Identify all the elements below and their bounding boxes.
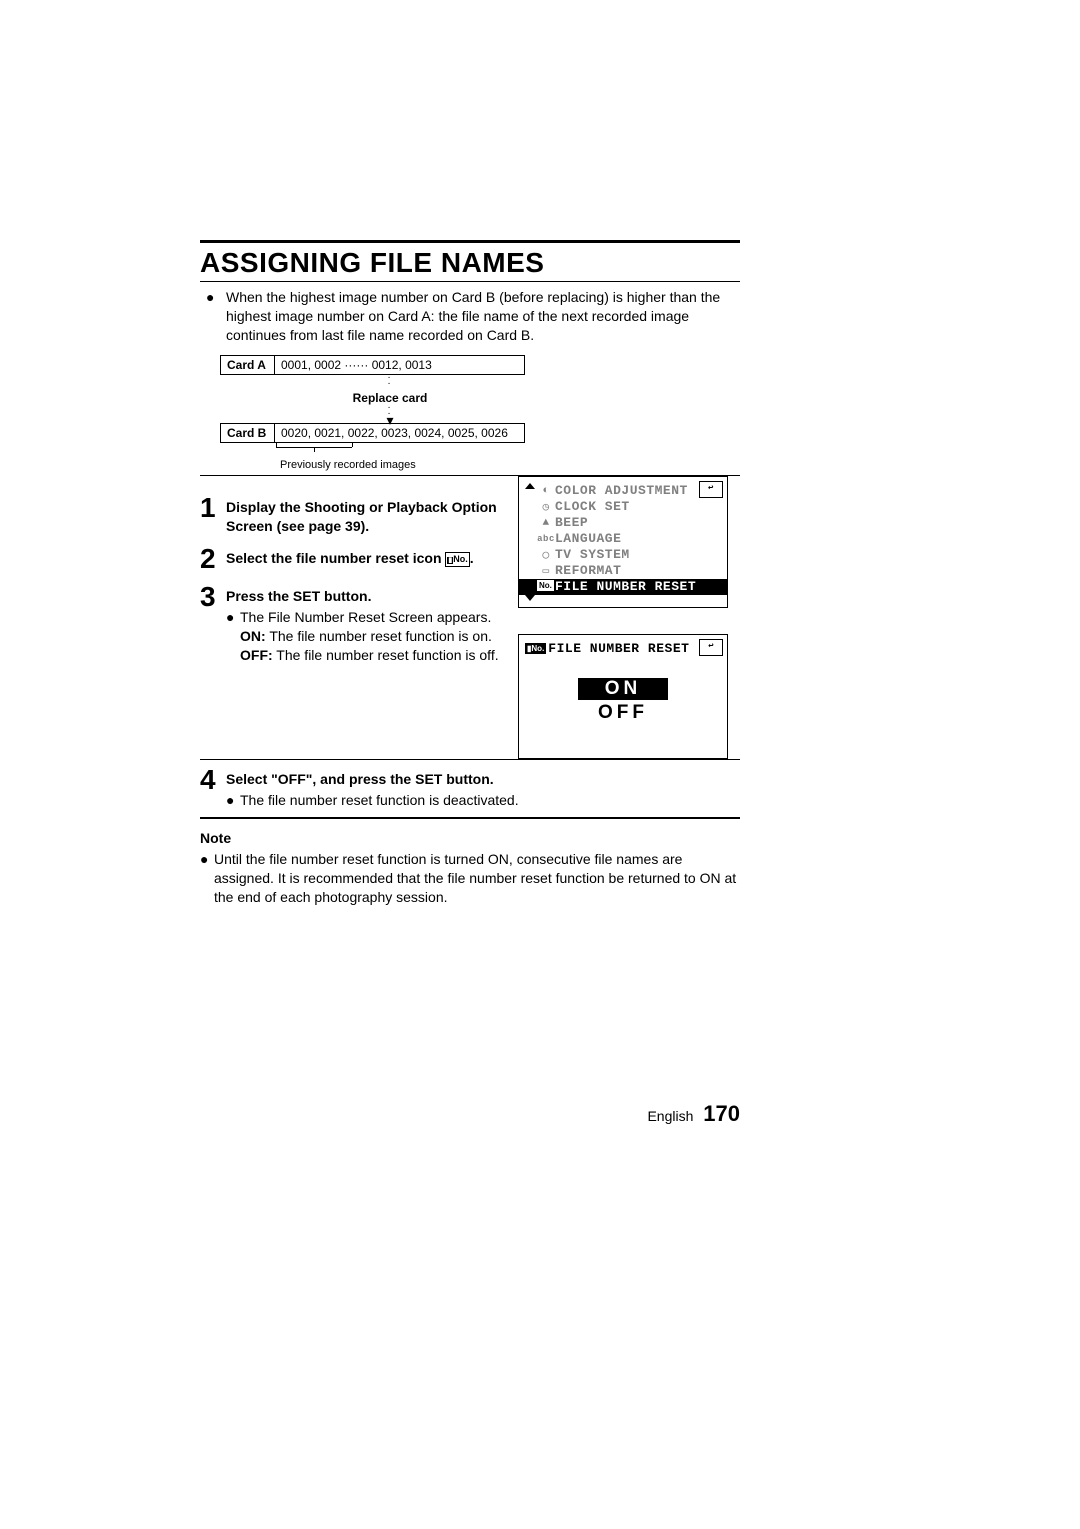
screen2-header: ▮No.FILE NUMBER RESET <box>523 641 723 656</box>
step-number: 4 <box>200 766 226 794</box>
screens-column: ↩ ◐COLOR ADJUSTMENT ◷CLOCK SET ▲BEEP abc… <box>518 476 732 759</box>
language-icon: abc <box>537 534 555 544</box>
intro-text: When the highest image number on Card B … <box>226 288 740 345</box>
step-4-block: 4 Select "OFF", and press the SET button… <box>200 766 740 810</box>
steps-column: 1 Display the Shooting or Playback Optio… <box>200 494 500 759</box>
replace-card-label: Replace card <box>220 391 560 405</box>
card-b-values: 0020, 0021, 0022, 0023, 0024, 0025, 0026 <box>275 423 525 443</box>
menu-item-beep: ▲BEEP <box>523 515 723 531</box>
step-number: 2 <box>200 545 226 573</box>
step-4: 4 Select "OFF", and press the SET button… <box>200 766 740 810</box>
option-group: ON OFF <box>523 678 723 724</box>
step-1-text: Display the Shooting or Playback Option … <box>226 499 497 534</box>
step-number: 1 <box>200 494 226 522</box>
step-3-off-line: OFF: The file number reset function is o… <box>240 646 500 665</box>
off-label: OFF: <box>240 647 273 663</box>
menu-item-language: abcLANGUAGE <box>523 531 723 547</box>
step-3-title: Press the SET button. <box>226 587 500 606</box>
menu-item-color-adjustment: ◐COLOR ADJUSTMENT <box>523 483 723 499</box>
dots-1: ·· <box>220 375 560 387</box>
footer-language: English <box>647 1108 693 1124</box>
page-number: 170 <box>703 1101 740 1126</box>
palette-icon: ◐ <box>537 485 555 497</box>
bullet-dot: ● <box>200 850 214 907</box>
card-a-label: Card A <box>220 355 275 375</box>
intro-paragraph: ● When the highest image number on Card … <box>200 288 740 345</box>
rule-top <box>200 240 740 243</box>
menu-item-reformat: ▭REFORMAT <box>523 563 723 579</box>
note-heading: Note <box>200 829 740 848</box>
file-number-icon: ▮No. <box>445 552 469 566</box>
card-a-values: 0001, 0002 ······ 0012, 0013 <box>275 355 525 375</box>
note-section: Note ● Until the file number reset funct… <box>200 829 740 907</box>
option-menu-screen: ↩ ◐COLOR ADJUSTMENT ◷CLOCK SET ▲BEEP abc… <box>518 476 728 608</box>
bracket-icon <box>276 443 740 453</box>
step-1: 1 Display the Shooting or Playback Optio… <box>200 494 500 536</box>
return-icon: ↩ <box>699 481 723 498</box>
scroll-up-icon <box>525 483 535 489</box>
step-4-bullet: The file number reset function is deacti… <box>240 791 519 810</box>
rule-after-step3 <box>200 759 740 760</box>
bell-icon: ▲ <box>537 517 555 529</box>
menu-item-clock-set: ◷CLOCK SET <box>523 499 723 515</box>
previously-recorded-label: Previously recorded images <box>280 459 740 471</box>
step-2: 2 Select the file number reset icon ▮No.… <box>200 545 500 573</box>
step-2-text-a: Select the file number reset icon <box>226 550 442 566</box>
card-diagram: Card A 0001, 0002 ······ 0012, 0013 ·· R… <box>220 355 740 471</box>
bullet-dot: ● <box>226 608 240 627</box>
step-number: 3 <box>200 583 226 611</box>
tv-icon: ◯ <box>537 548 555 562</box>
card-b-label: Card B <box>220 423 275 443</box>
return-icon: ↩ <box>699 639 723 656</box>
menu-item-file-number-reset: No.FILE NUMBER RESET <box>519 579 727 595</box>
page-title: ASSIGNING FILE NAMES <box>200 247 740 279</box>
step-3-bullet: The File Number Reset Screen appears. <box>240 608 491 627</box>
step-4-title: Select "OFF", and press the SET button. <box>226 770 740 789</box>
step-2-text-b: . <box>470 550 474 566</box>
menu-item-tv-system: ◯TV SYSTEM <box>523 547 723 563</box>
page-footer: English 170 <box>647 1101 740 1127</box>
scroll-down-icon <box>525 595 535 601</box>
on-label: ON: <box>240 628 266 644</box>
bullet-dot: ● <box>226 791 240 810</box>
card-a-row: Card A 0001, 0002 ······ 0012, 0013 <box>220 355 740 375</box>
file-number-icon: ▮No. <box>525 643 546 654</box>
file-number-reset-screen: ↩ ▮No.FILE NUMBER RESET ON OFF <box>518 634 728 759</box>
manual-page: ASSIGNING FILE NAMES ● When the highest … <box>200 240 740 907</box>
option-on: ON <box>578 678 668 700</box>
card-b-row: Card B 0020, 0021, 0022, 0023, 0024, 002… <box>220 423 740 443</box>
steps-and-screens: 1 Display the Shooting or Playback Optio… <box>200 476 740 759</box>
rule-before-note <box>200 817 740 819</box>
option-off: OFF <box>578 702 668 724</box>
rule-under-title <box>200 281 740 282</box>
clock-icon: ◷ <box>537 500 555 514</box>
file-number-icon: No. <box>537 580 555 593</box>
bullet-dot: ● <box>200 288 226 345</box>
step-3-on-line: ON: The file number reset function is on… <box>240 627 500 646</box>
note-text: Until the file number reset function is … <box>214 850 740 907</box>
step-3: 3 Press the SET button. ● The File Numbe… <box>200 583 500 665</box>
card-icon: ▭ <box>537 564 555 578</box>
on-text: The file number reset function is on. <box>269 628 492 644</box>
off-text: The file number reset function is off. <box>276 647 498 663</box>
